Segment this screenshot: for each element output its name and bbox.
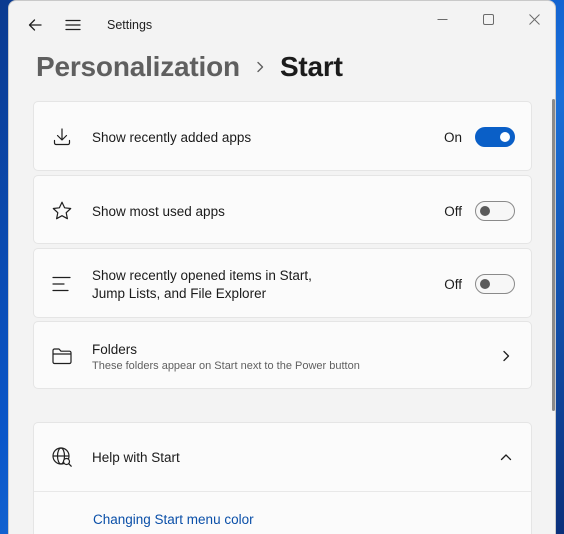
app-title: Settings <box>107 18 153 32</box>
setting-label-line-1: Show recently opened items in Start, <box>92 268 312 283</box>
minimize-button[interactable] <box>419 7 465 31</box>
folders-label: Folders <box>92 342 138 357</box>
star-icon <box>51 200 73 222</box>
divider <box>34 491 531 492</box>
toggle-state-text: Off <box>444 277 462 292</box>
globe-search-icon <box>51 446 73 468</box>
toggle-knob <box>480 279 490 289</box>
list-icon <box>51 273 73 295</box>
help-label: Help with Start <box>92 450 180 465</box>
show-recently-opened-toggle[interactable] <box>475 274 515 294</box>
chevron-right-icon <box>499 349 513 363</box>
chevron-up-icon <box>499 450 513 464</box>
help-link-changing-start-menu-color[interactable]: Changing Start menu color <box>93 512 254 527</box>
scrollbar[interactable] <box>552 99 555 411</box>
toggle-knob <box>480 206 490 216</box>
setting-label: Show most used apps <box>92 204 225 219</box>
title-bar: Settings <box>9 1 555 49</box>
folders-setting[interactable]: Folders These folders appear on Start ne… <box>33 321 532 389</box>
navigation-menu-button[interactable] <box>61 13 85 37</box>
arrow-left-icon <box>28 19 42 31</box>
folder-icon <box>51 345 73 367</box>
close-icon <box>528 13 540 25</box>
toggle-state-text: On <box>443 130 462 145</box>
page-title: Start <box>279 51 343 82</box>
show-recently-added-toggle[interactable] <box>475 127 515 147</box>
toggle-knob <box>500 132 510 142</box>
chevron-right-icon <box>256 61 264 73</box>
hamburger-icon <box>65 19 81 31</box>
close-button[interactable] <box>511 7 555 31</box>
setting-label-line-2: Jump Lists, and File Explorer <box>92 286 267 301</box>
setting-show-most-used: Show most used apps Off <box>33 175 532 244</box>
setting-show-recently-opened: Show recently opened items in Start, Jum… <box>33 248 532 318</box>
help-with-start-panel: Help with Start Changing Start menu colo… <box>33 422 532 534</box>
breadcrumb-parent[interactable]: Personalization <box>36 51 240 83</box>
minimize-icon <box>437 18 447 20</box>
setting-label: Show recently added apps <box>92 130 252 145</box>
help-with-start-header[interactable]: Help with Start <box>34 423 531 491</box>
breadcrumb: Personalization Start <box>36 49 343 85</box>
back-button[interactable] <box>23 13 47 37</box>
download-icon <box>51 126 73 148</box>
maximize-button[interactable] <box>465 7 511 31</box>
folders-description: These folders appear on Start next to th… <box>92 360 360 372</box>
setting-show-recently-added: Show recently added apps On <box>33 101 532 171</box>
maximize-icon <box>482 13 494 25</box>
toggle-state-text: Off <box>444 204 462 219</box>
show-most-used-toggle[interactable] <box>475 201 515 221</box>
settings-window: Settings Personalization Start Show rece… <box>8 0 556 534</box>
